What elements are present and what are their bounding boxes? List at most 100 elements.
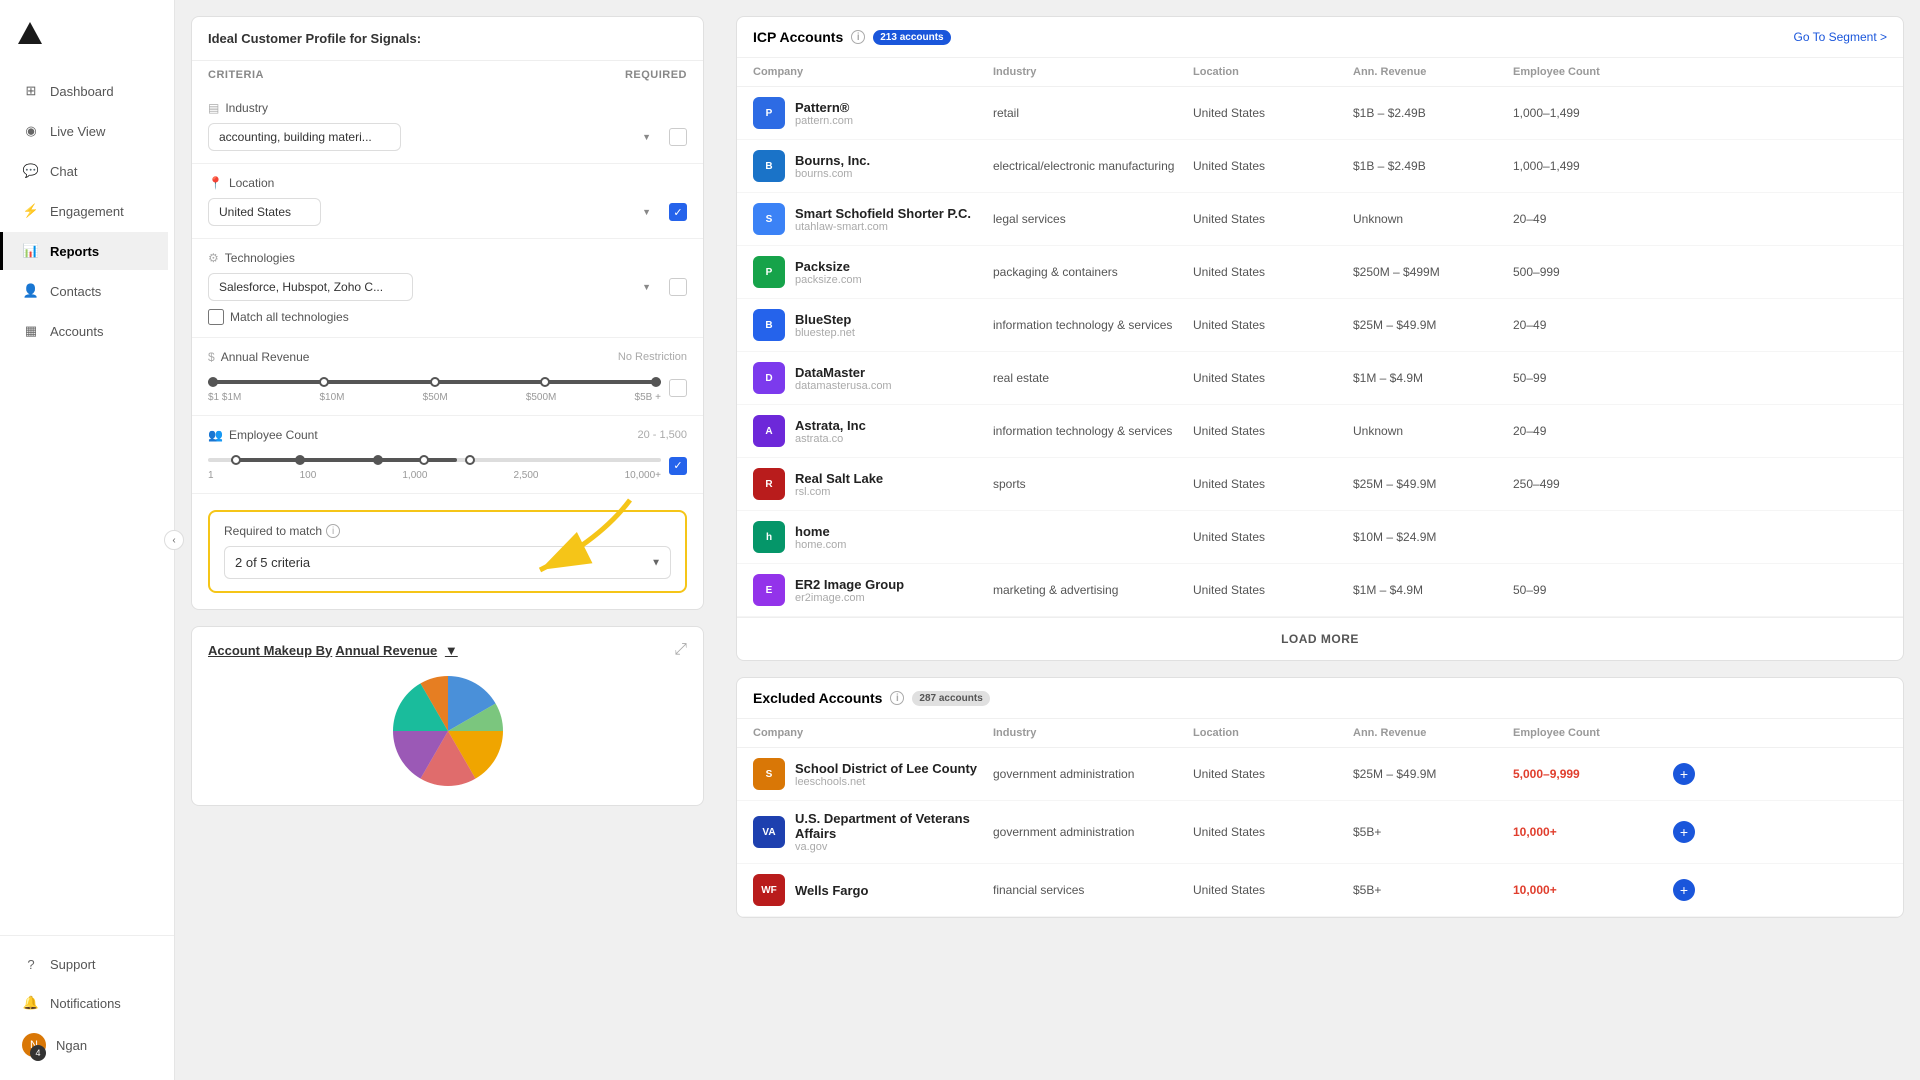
excluded-table-header: Company Industry Location Ann. Revenue E… (737, 719, 1903, 748)
required-match-select[interactable]: 1 of 5 criteria 2 of 5 criteria 3 of 5 c… (224, 546, 671, 579)
required-match-info-icon[interactable]: i (326, 524, 340, 538)
match-all-checkbox[interactable] (208, 309, 224, 325)
location-cell: United States (1193, 530, 1353, 544)
excluded-info-icon[interactable]: i (890, 691, 904, 705)
slider-dot[interactable] (419, 455, 429, 465)
employee-slider[interactable]: 11001,0002,50010,000+ (208, 458, 661, 481)
company-cell: S Smart Schofield Shorter P.C. utahlaw-s… (753, 203, 993, 235)
employees-cell: 250–499 (1513, 477, 1673, 491)
table-row[interactable]: D DataMaster datamasterusa.com real esta… (737, 352, 1903, 405)
industry-cell: marketing & advertising (993, 583, 1193, 597)
add-excluded-button[interactable]: + (1673, 879, 1695, 901)
company-name: Astrata, Inc (795, 418, 866, 433)
table-row[interactable]: R Real Salt Lake rsl.com sports United S… (737, 458, 1903, 511)
col-location: Location (1193, 66, 1353, 78)
sidebar-item-engagement[interactable]: ⚡ Engagement (6, 192, 168, 230)
sidebar-item-accounts[interactable]: ▦ Accounts (6, 312, 168, 350)
table-row[interactable]: h home home.com United States $10M – $24… (737, 511, 1903, 564)
employees-cell: 20–49 (1513, 212, 1673, 226)
person-icon: 👤 (22, 282, 40, 300)
slider-dot[interactable] (651, 377, 661, 387)
sidebar-item-label: Engagement (50, 204, 124, 219)
table-row[interactable]: A Astrata, Inc astrata.co information te… (737, 405, 1903, 458)
makeup-dropdown-icon[interactable]: ▼ (445, 643, 458, 658)
revenue-checkbox[interactable] (669, 379, 687, 397)
slider-dot[interactable] (208, 377, 218, 387)
excl-col-revenue: Ann. Revenue (1353, 727, 1513, 739)
table-row[interactable]: P Packsize packsize.com packaging & cont… (737, 246, 1903, 299)
company-domain: leeschools.net (795, 776, 977, 788)
table-row[interactable]: B Bourns, Inc. bourns.com electrical/ele… (737, 140, 1903, 193)
table-row[interactable]: P Pattern® pattern.com retail United Sta… (737, 87, 1903, 140)
icp-card-header: Ideal Customer Profile for Signals: (192, 17, 703, 61)
table-row[interactable]: VA U.S. Department of Veterans Affairs v… (737, 801, 1903, 864)
company-cell: VA U.S. Department of Veterans Affairs v… (753, 811, 993, 853)
industry-cell: packaging & containers (993, 265, 1193, 279)
sidebar-item-reports[interactable]: 📊 Reports (0, 232, 168, 270)
sidebar-item-user[interactable]: N Ngan 4 (6, 1023, 168, 1067)
left-panel: Ideal Customer Profile for Signals: CRIT… (175, 0, 720, 1080)
sidebar-item-label: Live View (50, 124, 105, 139)
add-excluded-button[interactable]: + (1673, 763, 1695, 785)
sidebar-item-live-view[interactable]: ◉ Live View (6, 112, 168, 150)
expand-icon[interactable]: ⤢ (674, 641, 687, 659)
main-content: Ideal Customer Profile for Signals: CRIT… (175, 0, 1920, 1080)
industry-select[interactable]: accounting, building materi... (208, 123, 401, 151)
employee-checkbox[interactable] (669, 457, 687, 475)
sidebar-collapse-button[interactable]: ‹ (164, 530, 184, 550)
criteria-annual-revenue: $ Annual Revenue No Restriction (192, 338, 703, 416)
sidebar-item-notifications[interactable]: 🔔 Notifications (6, 984, 168, 1022)
table-row[interactable]: E ER2 Image Group er2image.com marketing… (737, 564, 1903, 617)
table-row[interactable]: S Smart Schofield Shorter P.C. utahlaw-s… (737, 193, 1903, 246)
revenue-cell: $10M – $24.9M (1353, 530, 1513, 544)
sidebar-item-chat[interactable]: 💬 Chat (6, 152, 168, 190)
excl-col-employees: Employee Count (1513, 727, 1673, 739)
table-row[interactable]: WF Wells Fargo financial services United… (737, 864, 1903, 917)
account-makeup-title: Account Makeup By Annual Revenue ▼ (208, 643, 458, 658)
chat-icon: 💬 (22, 162, 40, 180)
company-name: BlueStep (795, 312, 855, 327)
icp-info-icon[interactable]: i (851, 30, 865, 44)
company-cell: S School District of Lee County leeschoo… (753, 758, 993, 790)
location-cell: United States (1193, 767, 1353, 781)
col-company: Company (753, 66, 993, 78)
sidebar-item-support[interactable]: ? Support (6, 945, 168, 983)
add-excluded-button[interactable]: + (1673, 821, 1695, 843)
slider-dot[interactable] (465, 455, 475, 465)
slider-dot[interactable] (430, 377, 440, 387)
slider-dot[interactable] (295, 455, 305, 465)
location-cell: United States (1193, 825, 1353, 839)
slider-dot[interactable] (231, 455, 241, 465)
sidebar-item-dashboard[interactable]: ⊞ Dashboard (6, 72, 168, 110)
employee-slider-row: 11001,0002,50010,000+ (208, 450, 687, 481)
company-cell: P Packsize packsize.com (753, 256, 993, 288)
slider-dot[interactable] (373, 455, 383, 465)
pie-chart (208, 671, 687, 791)
excluded-count-badge: 287 accounts (912, 691, 989, 706)
table-row[interactable]: S School District of Lee County leeschoo… (737, 748, 1903, 801)
account-makeup-link[interactable]: Annual Revenue (335, 643, 437, 658)
excl-col-industry: Industry (993, 727, 1193, 739)
employee-icon: 👥 (208, 428, 223, 442)
sidebar: ⊞ Dashboard ◉ Live View 💬 Chat ⚡ Engagem… (0, 0, 175, 1080)
bar-chart-icon: 📊 (22, 242, 40, 260)
load-more-button[interactable]: LOAD MORE (737, 617, 1903, 660)
industry-checkbox[interactable] (669, 128, 687, 146)
location-select[interactable]: United States (208, 198, 321, 226)
revenue-slider[interactable]: $1 $1M$10M$50M$500M$5B + (208, 380, 661, 403)
location-checkbox[interactable] (669, 203, 687, 221)
slider-dot[interactable] (540, 377, 550, 387)
sidebar-item-contacts[interactable]: 👤 Contacts (6, 272, 168, 310)
slider-dot[interactable] (319, 377, 329, 387)
go-to-segment-link[interactable]: Go To Segment > (1793, 30, 1887, 44)
technologies-select[interactable]: Salesforce, Hubspot, Zoho C... (208, 273, 413, 301)
industry-cell: government administration (993, 825, 1193, 839)
criteria-technologies: ⚙ Technologies Salesforce, Hubspot, Zoho… (192, 239, 703, 338)
company-logo: WF (753, 874, 785, 906)
location-cell: United States (1193, 371, 1353, 385)
technologies-checkbox[interactable] (669, 278, 687, 296)
table-row[interactable]: B BlueStep bluestep.net information tech… (737, 299, 1903, 352)
right-panel: ICP Accounts i 213 accounts Go To Segmen… (720, 0, 1920, 1080)
slider-labels: $1 $1M$10M$50M$500M$5B + (208, 392, 661, 403)
sidebar-bottom: ? Support 🔔 Notifications N Ngan 4 (0, 935, 174, 1068)
